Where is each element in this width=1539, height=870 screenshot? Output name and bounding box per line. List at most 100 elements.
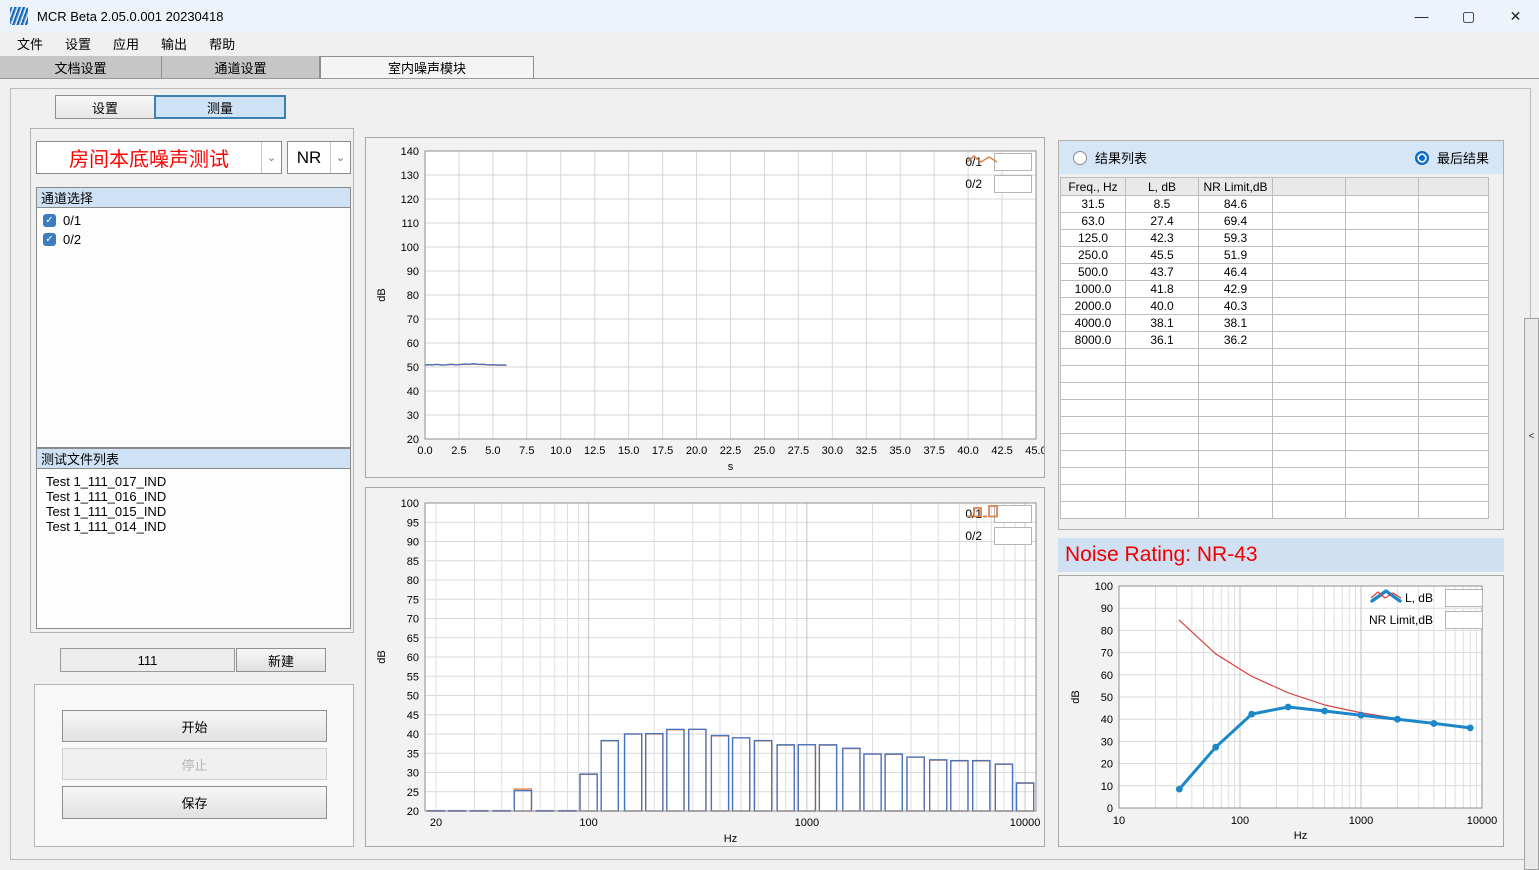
svg-text:30: 30 [407,768,419,780]
table-cell [1061,502,1126,519]
svg-text:85: 85 [407,556,419,568]
file-list-item[interactable]: Test 1_111_015_IND [37,504,350,519]
table-cell: 2000.0 [1061,298,1126,315]
checkbox-checked-icon[interactable]: ✓ [43,214,56,227]
menu-item-4[interactable]: 帮助 [198,32,246,55]
svg-text:32.5: 32.5 [856,445,877,457]
legend-label: 0/2 [965,529,982,543]
svg-text:1000: 1000 [1349,815,1373,827]
checkbox-checked-icon[interactable]: ✓ [43,233,56,246]
table-cell [1126,349,1199,366]
noise-rating-banner: Noise Rating: NR-43 [1058,538,1504,572]
table-header-cell: NR Limit,dB [1199,178,1273,196]
svg-text:20: 20 [1101,759,1113,771]
result-list-radio[interactable]: 结果列表 [1073,148,1147,167]
table-cell [1199,349,1273,366]
table-cell [1126,485,1199,502]
table-cell [1126,468,1199,485]
table-row[interactable]: 31.58.584.6 [1061,196,1489,213]
minimize-button[interactable]: — [1398,0,1445,32]
svg-text:100: 100 [1231,815,1249,827]
svg-text:50: 50 [1101,692,1113,704]
svg-text:40.0: 40.0 [957,445,978,457]
channel-item-0/1[interactable]: ✓0/1 [37,211,350,230]
table-cell [1346,366,1419,383]
thick-series-icon [1445,589,1483,607]
subtab-measure[interactable]: 测量 [154,95,286,119]
svg-text:70: 70 [1101,648,1113,660]
file-name-input[interactable] [60,648,235,672]
test-type-value: 房间本底噪声测试 [37,142,261,173]
file-list-item[interactable]: Test 1_111_017_IND [37,474,350,489]
file-list-item[interactable]: Test 1_111_016_IND [37,489,350,504]
svg-text:20.0: 20.0 [686,445,707,457]
new-button[interactable]: 新建 [236,648,326,672]
table-cell [1419,332,1489,349]
svg-text:95: 95 [407,517,419,529]
subtab-settings[interactable]: 设置 [55,95,155,119]
rating-standard-value: NR [288,142,330,173]
svg-text:90: 90 [407,266,419,278]
table-row[interactable]: 1000.041.842.9 [1061,281,1489,298]
line-series-icon [994,175,1032,193]
svg-text:65: 65 [407,633,419,645]
table-cell [1126,383,1199,400]
table-row[interactable]: 63.027.469.4 [1061,213,1489,230]
table-row-empty [1061,417,1489,434]
table-cell [1419,315,1489,332]
svg-text:27.5: 27.5 [788,445,809,457]
table-cell [1126,502,1199,519]
channel-item-0/2[interactable]: ✓0/2 [37,230,350,249]
table-cell [1273,247,1346,264]
file-list-item[interactable]: Test 1_111_014_IND [37,519,350,534]
chevron-down-icon[interactable]: ⌄ [261,142,281,173]
legend-row: NR Limit,dB [1369,610,1483,630]
table-cell: 27.4 [1126,213,1199,230]
table-cell: 125.0 [1061,230,1126,247]
tab-channel-settings[interactable]: 通道设置 [162,56,320,78]
svg-text:20: 20 [407,806,419,818]
stop-button: 停止 [62,748,327,780]
table-row[interactable]: 2000.040.040.3 [1061,298,1489,315]
maximize-button[interactable]: ▢ [1445,0,1492,32]
menu-item-2[interactable]: 应用 [102,32,150,55]
rating-standard-select[interactable]: NR ⌄ [287,141,351,174]
panel-collapse-splitter[interactable]: < [1524,318,1539,870]
menu-item-1[interactable]: 设置 [54,32,102,55]
table-cell [1273,502,1346,519]
last-result-radio[interactable]: 最后结果 [1415,148,1489,167]
table-cell [1199,417,1273,434]
tab-indoor-noise-module[interactable]: 室内噪声模块 [320,56,534,78]
table-cell [1419,434,1489,451]
table-row[interactable]: 500.043.746.4 [1061,264,1489,281]
table-cell: 8000.0 [1061,332,1126,349]
table-cell: 40.3 [1199,298,1273,315]
radio-on-icon[interactable] [1415,151,1429,165]
close-button[interactable]: ✕ [1492,0,1539,32]
tab-document-settings[interactable]: 文档设置 [0,56,162,78]
menu-item-0[interactable]: 文件 [6,32,54,55]
table-cell [1273,366,1346,383]
start-button[interactable]: 开始 [62,710,327,742]
svg-text:110: 110 [401,218,419,230]
table-cell [1273,383,1346,400]
table-cell [1061,400,1126,417]
radio-off-icon[interactable] [1073,151,1087,165]
time-chart-legend: 0/10/2 [965,152,1032,194]
svg-text:40: 40 [1101,714,1113,726]
menu-item-3[interactable]: 输出 [150,32,198,55]
svg-text:40: 40 [407,729,419,741]
table-row[interactable]: 250.045.551.9 [1061,247,1489,264]
table-header-cell: Freq., Hz [1061,178,1126,196]
save-button[interactable]: 保存 [62,786,327,819]
table-cell: 36.2 [1199,332,1273,349]
chevron-down-icon[interactable]: ⌄ [330,142,350,173]
legend-row: 0/2 [965,526,1032,546]
svg-text:10: 10 [1113,815,1125,827]
collapse-left-icon[interactable]: < [1529,431,1535,869]
table-row[interactable]: 125.042.359.3 [1061,230,1489,247]
test-type-select[interactable]: 房间本底噪声测试 ⌄ [36,141,282,174]
main-tab-strip: 文档设置 通道设置 室内噪声模块 [0,56,1539,79]
table-row[interactable]: 8000.036.136.2 [1061,332,1489,349]
table-row[interactable]: 4000.038.138.1 [1061,315,1489,332]
